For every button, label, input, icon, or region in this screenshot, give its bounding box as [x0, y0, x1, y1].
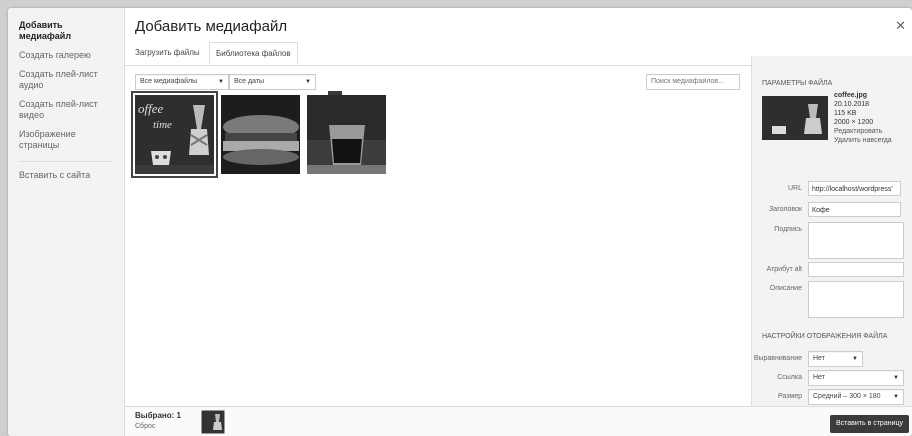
media-type-value: Все медиафайлы	[140, 78, 198, 85]
caption-field[interactable]	[808, 222, 904, 259]
size-label: Размер	[777, 393, 802, 400]
alignment-label: Выравнивание	[753, 355, 802, 362]
link-to-value: Нет	[813, 374, 825, 381]
media-thumbnail[interactable]	[307, 95, 386, 174]
edit-image-link[interactable]: Редактировать	[834, 128, 882, 135]
svg-text:time: time	[153, 119, 172, 131]
chevron-down-icon: ▼	[218, 79, 224, 85]
delete-permanently-link[interactable]: Удалить навсегда	[834, 137, 892, 144]
alt-label: Атрибут alt	[766, 266, 802, 273]
title-field[interactable]: Кофе	[808, 202, 901, 217]
media-modal: Добавить медиафайл Создать галерею Созда…	[8, 8, 912, 436]
chevron-down-icon: ▼	[893, 394, 899, 400]
page-title: Добавить медиафайл	[135, 18, 288, 35]
selected-image-preview	[762, 96, 828, 140]
footer: Выбрано: 1 Сброс Вставить в страницу	[125, 406, 912, 436]
espresso-glass-image	[307, 95, 386, 174]
file-size: 115 KB	[834, 110, 857, 117]
selected-thumbnail[interactable]	[201, 410, 225, 434]
date-value: Все даты	[234, 78, 265, 85]
chevron-down-icon: ▼	[852, 356, 858, 362]
details-heading: ПАРАМЕТРЫ ФАЙЛА	[762, 80, 833, 87]
display-settings-heading: НАСТРОЙКИ ОТОБРАЖЕНИЯ ФАЙЛА	[762, 333, 888, 340]
tab-upload-files[interactable]: Загрузить файлы	[129, 42, 206, 64]
link-to-select[interactable]: Нет ▼	[808, 370, 904, 386]
sidebar-divider	[19, 161, 113, 162]
alignment-value: Нет	[813, 355, 825, 362]
sidebar-item-insert-from-url[interactable]: Вставить с сайта	[8, 170, 124, 181]
file-meta: coffee.jpg 20.10.2018 115 KB 2000 × 1200…	[834, 91, 892, 145]
url-label: URL	[787, 185, 802, 192]
description-field[interactable]	[808, 281, 904, 318]
close-icon[interactable]: ✕	[895, 18, 906, 34]
media-thumbnail[interactable]	[221, 95, 300, 174]
file-dimensions: 2000 × 1200	[834, 119, 874, 126]
size-value: Средний – 300 × 180	[813, 393, 881, 400]
caption-label: Подпись	[774, 226, 802, 233]
sandwich-image	[221, 95, 300, 174]
search-input[interactable]	[646, 74, 740, 90]
reset-selection-link[interactable]: Сброс	[135, 423, 155, 430]
date-select[interactable]: Все даты ▼	[229, 74, 316, 90]
insert-into-page-button[interactable]: Вставить в страницу	[829, 415, 909, 433]
file-name: coffee.jpg	[834, 92, 868, 99]
tab-media-library[interactable]: Библиотека файлов	[209, 42, 298, 65]
alignment-select[interactable]: Нет ▼	[808, 351, 863, 367]
description-label: Описание	[769, 285, 802, 292]
selection-count: Выбрано: 1	[135, 411, 181, 420]
sidebar-item-video-playlist[interactable]: Создать плей-лист видео	[8, 99, 124, 121]
sidebar-item-add-media[interactable]: Добавить медиафайл	[8, 20, 124, 42]
file-date: 20.10.2018	[834, 101, 870, 108]
attachment-details: ПАРАМЕТРЫ ФАЙЛА coffee.jpg 20.10.2018 11…	[751, 56, 912, 406]
sidebar-item-featured-image[interactable]: Изображение страницы	[8, 129, 124, 151]
sidebar-item-audio-playlist[interactable]: Создать плей-лист аудио	[8, 69, 124, 91]
chevron-down-icon: ▼	[893, 375, 899, 381]
url-field[interactable]: http://localhost/wordpress'	[808, 181, 901, 196]
chevron-down-icon: ▼	[305, 79, 311, 85]
media-type-select[interactable]: Все медиафайлы ▼	[135, 74, 229, 90]
sidebar-item-create-gallery[interactable]: Создать галерею	[8, 50, 124, 61]
title-label: Заголовок	[769, 206, 802, 213]
main: Добавить медиафайл ✕ Загрузить файлы Биб…	[125, 8, 912, 436]
media-thumbnail[interactable]: offee time	[135, 95, 214, 174]
size-select[interactable]: Средний – 300 × 180 ▼	[808, 389, 904, 405]
coffee-image: offee time	[135, 95, 214, 174]
link-to-label: Ссылка	[777, 374, 802, 381]
svg-text:offee: offee	[138, 101, 163, 116]
alt-field[interactable]	[808, 262, 904, 277]
sidebar: Добавить медиафайл Создать галерею Созда…	[8, 8, 125, 436]
